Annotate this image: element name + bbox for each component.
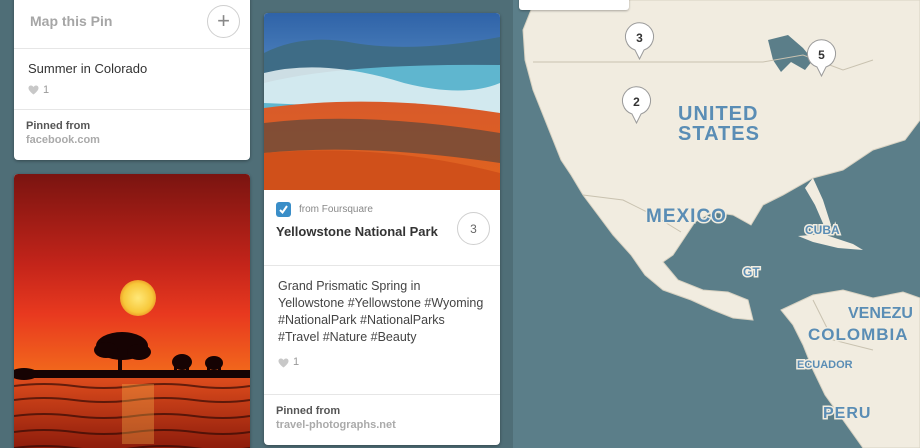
source-label: from Foursquare [299, 204, 373, 215]
marker-count: 3 [636, 30, 643, 45]
label-ecuador: ECUADOR [797, 359, 853, 371]
label-colombia: COLOMBIA [808, 325, 909, 344]
pin-source[interactable]: Pinned from travel-photographs.net [264, 394, 500, 441]
pin-card-sunset[interactable] [14, 174, 250, 448]
marker-count: 5 [818, 47, 825, 62]
place-section[interactable]: from Foursquare Yellowstone National Par… [264, 190, 500, 266]
label-united: UNITED [678, 103, 758, 125]
pin-description: Grand Prismatic Spring in Yellowstone #Y… [278, 279, 484, 344]
marker-count: 2 [633, 94, 640, 109]
sunset-photo[interactable] [14, 174, 250, 448]
pin-card-yellowstone[interactable]: from Foursquare Yellowstone National Par… [264, 13, 500, 445]
marker-great-lakes[interactable]: 5 [806, 39, 837, 77]
place-pin-count-button[interactable]: 3 [457, 212, 490, 245]
like-count[interactable]: 1 [28, 84, 236, 96]
pinned-from-site[interactable]: facebook.com [26, 134, 238, 146]
pin-source[interactable]: Pinned from facebook.com [14, 109, 250, 156]
heart-icon [28, 85, 39, 95]
label-cuba: CUBA [805, 223, 840, 237]
marker-montana[interactable]: 3 [624, 22, 655, 60]
place-title[interactable]: Yellowstone National Park [276, 223, 441, 240]
pin-board: Map this Pin + Summer in Colorado 1 Pinn… [0, 0, 513, 448]
like-count[interactable]: 1 [278, 354, 486, 371]
map-this-pin-row[interactable]: Map this Pin + [14, 0, 250, 49]
map-top-control[interactable] [519, 0, 629, 10]
map-canvas[interactable]: UNITED STATES MEXICO CUBA GT VENEZU COLO… [513, 0, 920, 448]
pinned-from-label: Pinned from [26, 120, 91, 132]
pin-card-colorado[interactable]: Map this Pin + Summer in Colorado 1 Pinn… [14, 0, 250, 160]
pinned-from-site[interactable]: travel-photographs.net [276, 419, 488, 431]
label-states: STATES [678, 123, 760, 145]
map-panel[interactable]: UNITED STATES MEXICO CUBA GT VENEZU COLO… [513, 0, 920, 448]
map-this-pin-label: Map this Pin [30, 13, 113, 29]
like-count-value: 1 [293, 356, 300, 368]
pinned-from-label: Pinned from [276, 405, 341, 417]
plus-icon[interactable]: + [207, 4, 240, 38]
marker-colorado[interactable]: 2 [621, 86, 652, 124]
pin-description: Summer in Colorado [28, 61, 148, 76]
label-mexico: MEXICO [646, 206, 727, 227]
label-peru: PERU [823, 405, 871, 422]
heart-icon [278, 357, 289, 368]
foursquare-icon [276, 202, 291, 217]
grand-prismatic-spring-photo[interactable] [264, 13, 500, 190]
label-venezuela: VENEZU [848, 305, 913, 322]
label-gt: GT [743, 265, 760, 279]
like-count-value: 1 [43, 84, 50, 96]
